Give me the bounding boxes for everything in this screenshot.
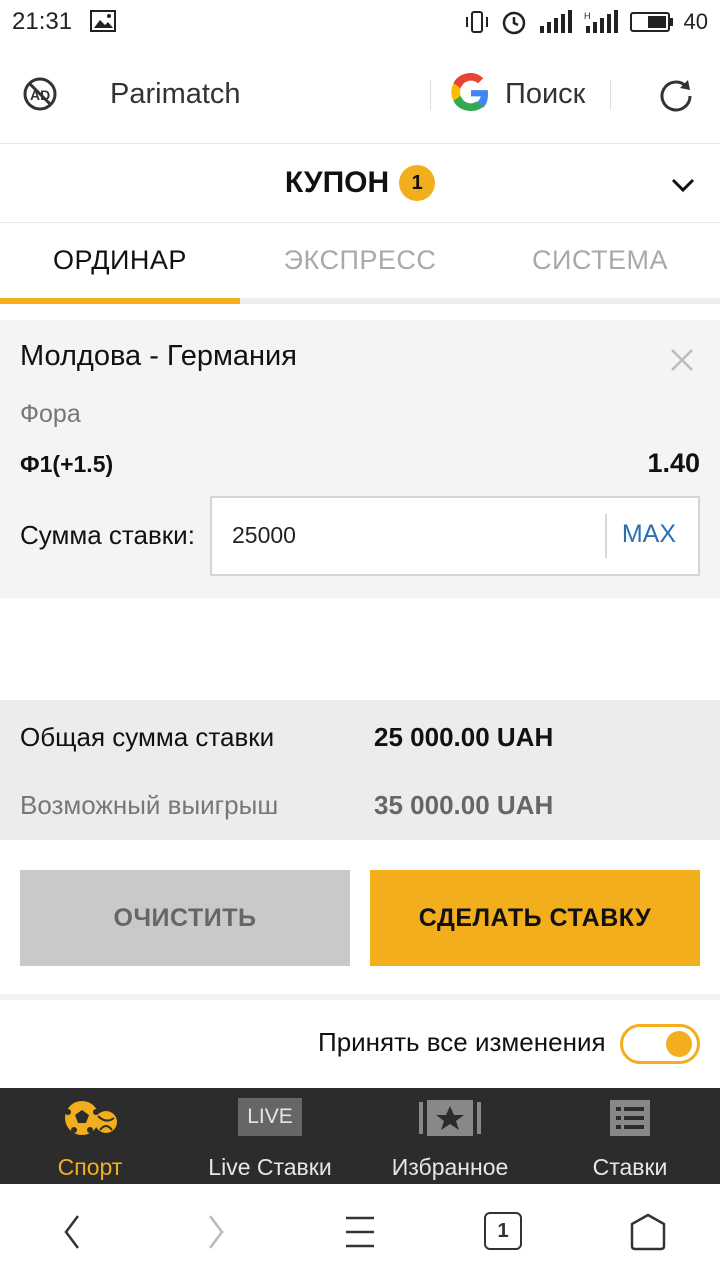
chevron-down-icon[interactable] <box>670 172 696 198</box>
tab-system[interactable]: СИСТЕМА <box>480 223 720 298</box>
tabs-icon[interactable]: 1 <box>484 1212 522 1250</box>
menu-icon[interactable] <box>344 1212 376 1252</box>
place-bet-button[interactable]: СДЕЛАТЬ СТАВКУ <box>370 870 700 966</box>
battery-level: 40 <box>683 9 708 34</box>
tab-count: 1 <box>497 1219 509 1242</box>
bet-match-name: Молдова - Германия <box>20 340 297 372</box>
active-tab-indicator <box>0 298 240 304</box>
nav-item-sport[interactable]: Спорт <box>0 1088 180 1184</box>
status-time: 21:31 <box>12 8 73 35</box>
toolbar-divider <box>610 80 611 110</box>
stake-input-value[interactable]: 25000 <box>232 522 296 549</box>
toggle-knob <box>666 1031 692 1057</box>
stake-label: Сумма ставки: <box>20 520 195 550</box>
site-name[interactable]: Parimatch <box>110 78 241 111</box>
potential-win-label: Возможный выигрыш <box>20 790 279 820</box>
tab-system-label: СИСТЕМА <box>531 245 668 275</box>
toolbar-divider <box>430 80 431 110</box>
signal-icon <box>539 10 572 33</box>
bet-totals: Общая сумма ставки 25 000.00 UAH Возможн… <box>0 700 720 840</box>
alarm-icon <box>502 11 525 35</box>
search-button[interactable]: Поиск <box>505 78 585 111</box>
gallery-icon <box>90 10 116 32</box>
coupon-title: КУПОН <box>284 166 390 199</box>
battery-icon <box>629 12 673 32</box>
section-divider <box>0 994 720 1000</box>
tab-express-label: ЭКСПРЕСС <box>283 245 437 275</box>
star-icon <box>419 1100 481 1136</box>
bet-outcome: Ф1(+1.5) <box>20 451 114 477</box>
clear-button[interactable]: ОЧИСТИТЬ <box>20 870 350 966</box>
adblock-icon[interactable]: AD <box>22 76 58 112</box>
tab-single[interactable]: ОРДИНАР <box>0 223 240 298</box>
total-stake-label: Общая сумма ставки <box>20 722 275 752</box>
live-icon: LIVE <box>238 1098 302 1136</box>
bet-card: Молдова - Германия Фора Ф1(+1.5) 1.40 Су… <box>0 320 720 598</box>
accept-changes-label: Принять все изменения <box>318 1027 606 1057</box>
bet-market: Фора <box>20 400 81 428</box>
signal-h-icon: H <box>584 10 618 33</box>
vibrate-icon <box>465 11 488 33</box>
tab-express[interactable]: ЭКСПРЕСС <box>240 223 480 298</box>
total-stake-value: 25 000.00 UAH <box>374 722 554 752</box>
status-icons: H 40 <box>464 8 708 36</box>
bet-odds: 1.40 <box>647 448 700 478</box>
nav-label-sport: Спорт <box>57 1154 123 1180</box>
google-icon[interactable] <box>450 72 492 114</box>
coupon-count-badge: 1 <box>399 165 436 201</box>
status-bar: 21:31 H 40 <box>0 0 720 46</box>
potential-win-value: 35 000.00 UAH <box>374 790 554 820</box>
coupon-title-group: КУПОН 1 <box>0 165 720 201</box>
coupon-header[interactable]: КУПОН 1 <box>0 144 720 223</box>
sport-ball-icon <box>65 1101 117 1135</box>
browser-toolbar: AD Parimatch Поиск <box>0 46 720 144</box>
bet-type-tabs: ОРДИНАР ЭКСПРЕСС СИСТЕМА <box>0 223 720 304</box>
nav-item-favorites[interactable]: Избранное <box>360 1088 540 1184</box>
nav-label-bets: Ставки <box>592 1154 668 1180</box>
nav-label-favorites: Избранное <box>391 1154 509 1180</box>
max-stake-button[interactable]: MAX <box>622 520 676 549</box>
stake-divider <box>605 514 607 558</box>
home-icon[interactable] <box>628 1212 668 1252</box>
accept-changes-toggle[interactable] <box>620 1024 700 1064</box>
stake-input[interactable]: 25000 MAX <box>210 496 700 576</box>
list-icon <box>610 1100 650 1136</box>
system-nav-bar: 1 <box>0 1184 720 1280</box>
bottom-nav: Спорт LIVE Live Ставки Избранное Ставки <box>0 1088 720 1184</box>
nav-item-bets[interactable]: Ставки <box>540 1088 720 1184</box>
reload-icon[interactable] <box>654 74 698 118</box>
back-icon[interactable] <box>60 1212 84 1252</box>
tab-single-label: ОРДИНАР <box>53 245 187 275</box>
forward-icon[interactable] <box>204 1212 228 1252</box>
clear-button-label: ОЧИСТИТЬ <box>113 903 257 932</box>
nav-label-live: Live Ставки <box>208 1154 332 1180</box>
svg-text:H: H <box>584 11 591 21</box>
place-bet-button-label: СДЕЛАТЬ СТАВКУ <box>418 903 652 932</box>
close-icon[interactable] <box>670 348 694 372</box>
nav-item-live[interactable]: LIVE Live Ставки <box>180 1088 360 1184</box>
